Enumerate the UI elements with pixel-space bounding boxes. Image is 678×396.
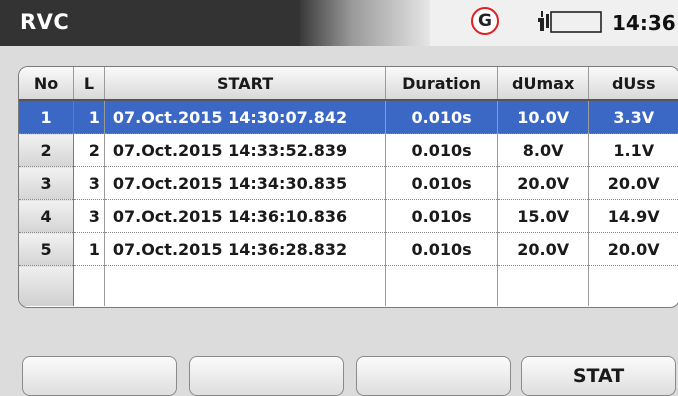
row-duss: 1.1V [588,133,678,167]
clock-time: 14:36 [612,11,676,35]
table-row[interactable]: 3 3 07.Oct.2015 14:34:30.835 0.010s 20.0… [19,166,678,200]
row-dumax: 15.0V [497,199,590,233]
table-row[interactable]: 5 1 07.Oct.2015 14:36:28.832 0.010s 20.0… [19,232,678,266]
row-dumax: 8.0V [497,133,590,167]
row-duration: 0.010s [385,232,498,266]
column-header-l: L [73,67,105,101]
table-row-selected[interactable]: 1 1 07.Oct.2015 14:30:07.842 0.010s 10.0… [19,100,678,134]
row-dumax: 10.0V [497,100,590,134]
table-row[interactable]: 4 3 07.Oct.2015 14:36:10.836 0.010s 15.0… [19,199,678,233]
row-start: 07.Oct.2015 14:33:52.839 [104,133,387,167]
row-duration: 0.010s [385,133,498,167]
row-duration: 0.010s [385,100,498,134]
softkey-3-button[interactable] [356,356,511,396]
row-l: 2 [73,133,105,167]
row-l: 1 [73,100,105,134]
row-no: 2 [19,133,75,167]
stat-button[interactable]: STAT [521,356,676,396]
generator-status-icon: G [471,7,499,35]
row-no: 1 [19,100,75,134]
row-dumax: 20.0V [497,232,590,266]
rvc-events-table: No L START Duration dUmax dUss 1 1 07.Oc… [18,66,678,308]
row-duration: 0.010s [385,166,498,200]
row-no: 4 [19,199,75,233]
row-start: 07.Oct.2015 14:36:28.832 [104,232,387,266]
row-dumax: 20.0V [497,166,590,200]
header-gradient-band [300,0,430,46]
row-duss: 14.9V [588,199,678,233]
row-l: 1 [73,232,105,266]
column-header-no: No [19,67,75,101]
row-no: 5 [19,232,75,266]
row-start: 07.Oct.2015 14:30:07.842 [104,100,387,134]
row-duration: 0.010s [385,199,498,233]
page-title: RVC [20,10,70,34]
column-header-duration: Duration [385,67,498,101]
row-duss: 20.0V [588,232,678,266]
row-duss: 3.3V [588,100,678,134]
row-duss: 20.0V [588,166,678,200]
header-bar: RVC G 14:36 [0,0,678,46]
table-header-row: No L START Duration dUmax dUss [19,67,678,101]
softkey-1-button[interactable] [22,356,177,396]
row-start: 07.Oct.2015 14:34:30.835 [104,166,387,200]
column-header-duss: dUss [588,67,678,101]
row-l: 3 [73,199,105,233]
row-l: 3 [73,166,105,200]
column-header-start: START [104,67,387,101]
table-row[interactable]: 2 2 07.Oct.2015 14:33:52.839 0.010s 8.0V… [19,133,678,167]
battery-plug-icon [538,11,602,33]
table-row-empty [19,265,678,306]
row-start: 07.Oct.2015 14:36:10.836 [104,199,387,233]
row-no: 3 [19,166,75,200]
softkey-2-button[interactable] [189,356,344,396]
column-header-dumax: dUmax [497,67,590,101]
